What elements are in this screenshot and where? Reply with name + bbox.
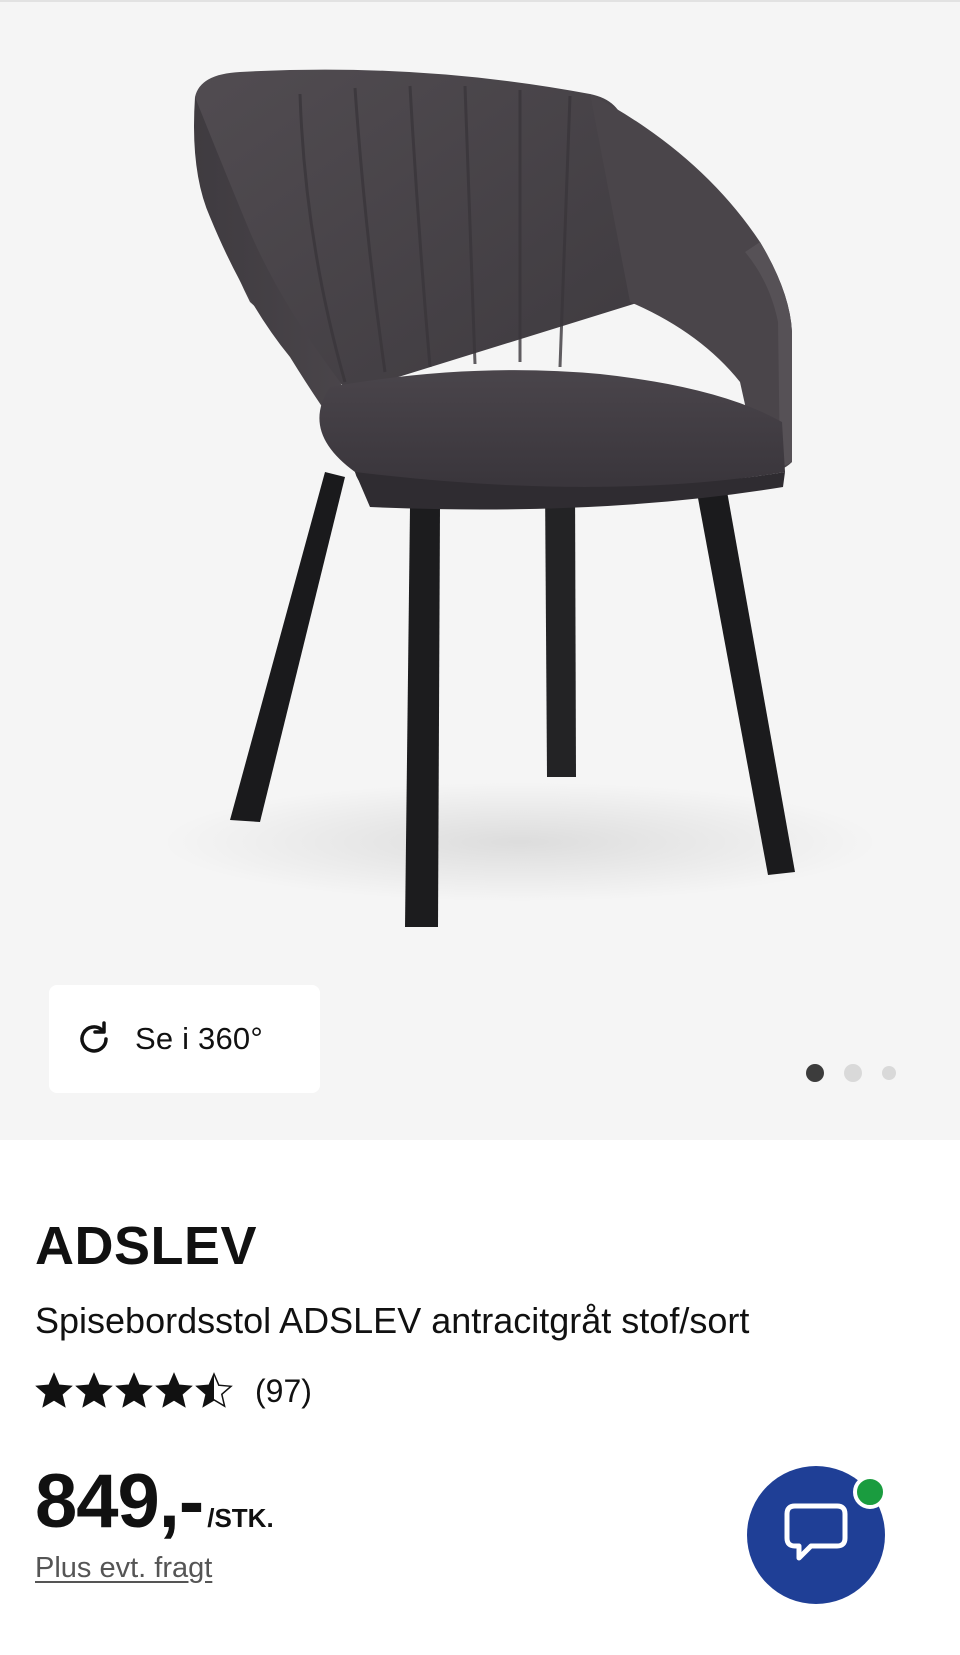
view-360-button[interactable]: Se i 360°: [49, 985, 320, 1093]
review-count[interactable]: (97): [255, 1373, 312, 1410]
star-icon: [115, 1372, 153, 1408]
rotate-icon: [75, 1020, 113, 1058]
product-brand: ADSLEV: [35, 1216, 258, 1276]
product-image-gallery[interactable]: Se i 360°: [0, 0, 960, 1140]
chat-online-badge: [853, 1475, 887, 1509]
star-icon: [155, 1372, 193, 1408]
star-icon: [35, 1372, 73, 1408]
star-icon: [195, 1372, 233, 1408]
carousel-dot-active[interactable]: [806, 1064, 824, 1082]
price-unit: /STK.: [207, 1503, 274, 1533]
view-360-label: Se i 360°: [135, 1021, 263, 1056]
chat-bubble-icon: [781, 1500, 851, 1571]
price-row: 849,- /STK.: [35, 1458, 274, 1545]
shipping-note-link[interactable]: Plus evt. fragt: [35, 1552, 212, 1585]
carousel-dot[interactable]: [882, 1066, 896, 1080]
product-rating[interactable]: (97): [35, 1372, 312, 1410]
star-icon: [75, 1372, 113, 1408]
product-title: Spisebordsstol ADSLEV antracitgråt stof/…: [35, 1300, 750, 1341]
product-image[interactable]: [0, 2, 960, 1142]
carousel-pagination[interactable]: [806, 1064, 896, 1082]
rating-stars: [35, 1372, 233, 1410]
product-price: 849,-: [35, 1459, 204, 1544]
carousel-dot[interactable]: [844, 1064, 862, 1082]
